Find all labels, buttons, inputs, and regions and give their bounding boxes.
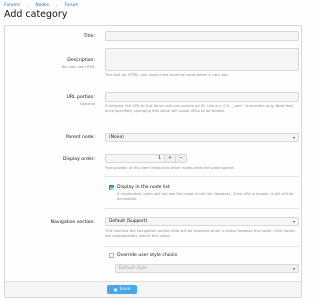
display-in-list-hint: If unselected, users will not see this n… <box>117 192 294 201</box>
navigation-section-label: Navigation section: <box>50 220 95 225</box>
description-hint: The text (or HTML) you insert here must … <box>105 73 229 77</box>
parent-node-select[interactable]: (None) ▾ <box>105 133 299 142</box>
style-select-value: Default style <box>119 266 147 271</box>
chevron-down-icon: ▾ <box>292 135 295 140</box>
breadcrumb-separator-icon: › <box>26 2 29 8</box>
divider <box>105 246 299 247</box>
display-in-list-checkbox[interactable] <box>109 185 114 190</box>
save-label: Save <box>119 287 131 292</box>
page-title: Add category <box>4 9 68 20</box>
display-order-stepper: 1 + − <box>105 154 187 163</box>
title-label: Title: <box>83 34 95 39</box>
parent-node-label: Parent node: <box>65 135 95 140</box>
divider <box>105 208 299 209</box>
title-input[interactable] <box>105 31 299 41</box>
save-button[interactable]: ▣ Save <box>107 285 137 294</box>
url-portion-input[interactable] <box>105 92 299 102</box>
add-category-form: Title: Description: You may use HTML The… <box>4 25 302 298</box>
navigation-section-select[interactable]: Default (Support) ▾ <box>105 217 299 226</box>
override-style-checkbox[interactable] <box>109 253 114 258</box>
url-portion-hint: If entered, the URL to this forum will n… <box>105 104 293 113</box>
url-portion-sublabel: Optional <box>79 102 95 106</box>
override-style-option[interactable]: Override user style choice <box>109 253 177 258</box>
chevron-down-icon: ▾ <box>292 219 295 224</box>
display-order-label: Display order: <box>62 157 95 162</box>
url-portion-label: URL portion: <box>66 95 95 100</box>
display-order-hint: The position of this item relative to ot… <box>105 166 235 170</box>
display-order-input[interactable]: 1 <box>105 154 165 163</box>
breadcrumb-item-nodes[interactable]: Nodes <box>35 3 48 8</box>
display-in-list-option[interactable]: Display in the node list <box>109 185 170 190</box>
save-icon: ▣ <box>113 287 118 292</box>
description-textarea[interactable] <box>105 48 299 71</box>
description-sublabel: You may use HTML <box>61 65 95 69</box>
chevron-down-icon: ▾ <box>292 266 295 271</box>
navigation-section-hint: This controls the navigation section tha… <box>105 229 295 238</box>
divider <box>105 176 299 177</box>
decrement-button[interactable]: − <box>176 154 187 163</box>
override-style-label: Override user style choice <box>117 253 178 258</box>
breadcrumb-item-forums[interactable]: Forums <box>4 3 20 8</box>
navigation-section-value: Default (Support) <box>109 219 148 224</box>
parent-node-value: (None) <box>109 135 124 140</box>
style-select[interactable]: Default style ▾ <box>115 264 299 273</box>
breadcrumb-item-forum[interactable]: Forum <box>65 3 79 8</box>
display-in-list-label: Display in the node list <box>117 185 170 190</box>
form-footer: ▣ Save <box>5 281 301 297</box>
description-label: Description: <box>67 58 95 63</box>
increment-button[interactable]: + <box>165 154 176 163</box>
breadcrumb-separator-icon: › <box>55 2 58 8</box>
